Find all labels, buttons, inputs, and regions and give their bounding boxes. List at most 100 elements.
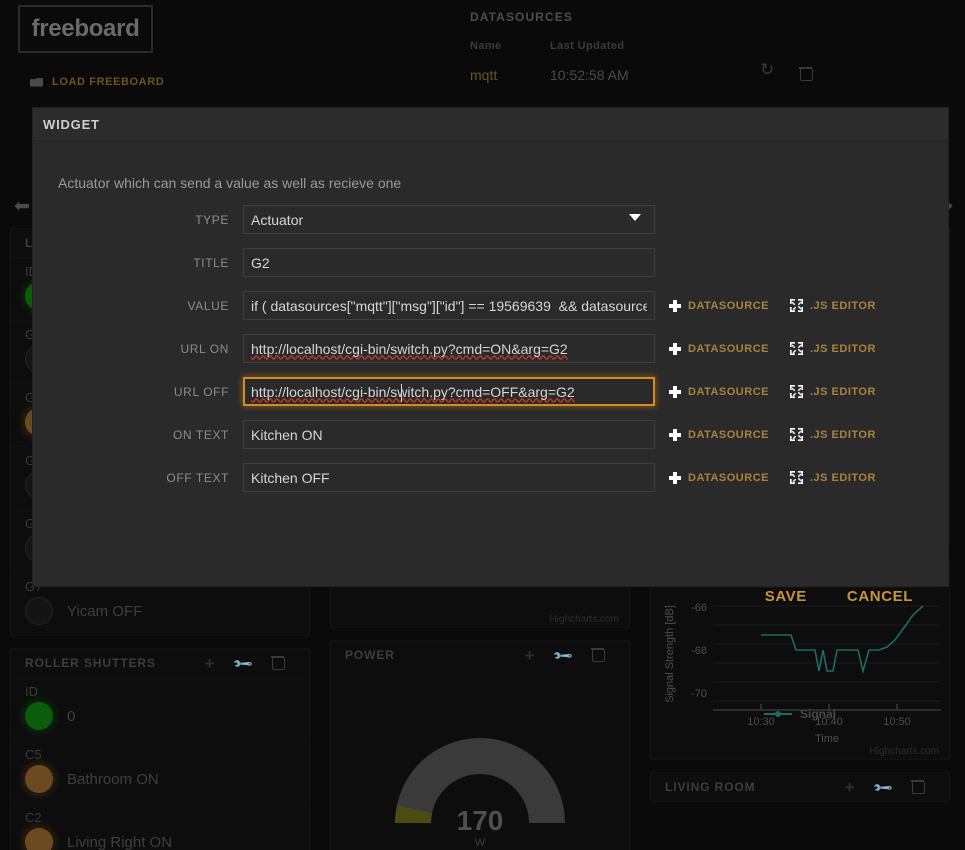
gauge-unit: W [474,837,486,849]
js-editor-button[interactable]: .JS EDITOR [789,385,876,398]
js-editor-button[interactable]: .JS EDITOR [789,428,876,441]
save-button[interactable]: SAVE [765,588,807,605]
field-row-value: VALUE DATASOURCE [33,291,948,320]
power-gauge: 170 W 0 3000 [331,669,629,850]
js-editor-label: .JS EDITOR [809,385,876,398]
text-cursor [401,384,402,402]
datasources-table: Name Last Updated mqtt 10:52:58 AM [470,40,870,83]
dialog-title: WIDGET [43,116,100,132]
list-item[interactable]: C2 Living Right ON [11,803,309,850]
column-header-last-updated: Last Updated [550,40,625,52]
field-label-url-off: URL OFF [173,384,229,399]
expand-icon [789,342,803,355]
add-datasource-button[interactable]: DATASOURCE [669,428,769,441]
title-input[interactable] [243,248,655,277]
datasource-name[interactable]: mqtt [470,67,550,83]
field-label-url-on: URL ON [180,341,229,356]
field-actions: DATASOURCE .JS EDITOR [669,428,876,441]
cancel-button[interactable]: CANCEL [847,588,913,605]
plus-icon [669,471,681,484]
add-datasource-label: DATASOURCE [688,471,769,484]
expand-icon [789,428,803,441]
delete-datasource-button[interactable] [799,66,840,83]
collapse-left-button[interactable]: ⬅ [14,195,30,218]
widget-dialog: WIDGET Actuator which can send a value a… [33,108,948,605]
dialog-body: Actuator which can send a value as well … [33,141,948,619]
dialog-footer: SAVE CANCEL [33,573,948,619]
row-key: C5 [25,747,42,762]
logo-text: freeboard [31,15,140,42]
pane-title: ROLLER SHUTTERS [25,656,156,670]
column-header-name: Name [470,40,502,52]
trash-icon[interactable] [901,779,935,796]
field-row-type: TYPE Actuator [33,205,948,234]
plus-icon [669,428,681,441]
pane-power: POWER + 🔧 170 W 0 3000 [330,640,630,850]
add-datasource-label: DATASOURCE [688,342,769,355]
field-label-off-text: OFF TEXT [166,470,229,485]
row-value: Living Right ON [67,833,173,850]
dialog-description: Actuator which can send a value as well … [58,175,402,191]
row-value: Bathroom ON [67,770,159,788]
field-row-on-text: ON TEXT DATASOURCE [33,420,948,449]
add-datasource-button[interactable]: DATASOURCE [669,299,769,312]
value-input[interactable] [243,291,655,320]
off-text-input[interactable] [243,463,655,492]
url-on-input[interactable]: http://localhost/cgi-bin/switch.py?cmd=O… [243,334,655,363]
js-editor-button[interactable]: .JS EDITOR [789,342,876,355]
trash-icon [799,66,813,81]
wrench-icon[interactable]: 🔧 [227,652,261,675]
svg-text:Signal Strength [dB]: Signal Strength [dB] [664,605,676,703]
on-text-input[interactable] [243,420,655,449]
field-row-title: TITLE [33,248,948,277]
trash-icon[interactable] [261,655,295,672]
row-key: C2 [25,810,42,825]
field-actions: DATASOURCE .JS EDITOR [669,471,876,484]
wrench-icon[interactable]: 🔧 [547,644,581,667]
field-row-url-on: URL ON http://localhost/cgi-bin/switch.p… [33,334,948,363]
row-key: ID [25,684,38,699]
list-item[interactable]: ID 0 [11,677,309,740]
plus-icon[interactable]: + [513,647,547,664]
svg-text:-70: -70 [691,688,707,700]
chart-legend[interactable]: Signal [651,707,949,721]
field-actions: DATASOURCE .JS EDITOR [669,342,876,355]
chevron-down-icon [629,214,641,221]
status-indicator [25,765,53,793]
add-datasource-button[interactable]: DATASOURCE [669,342,769,355]
field-actions: DATASOURCE .JS EDITOR [669,385,876,398]
expand-icon [789,471,803,484]
wrench-icon[interactable]: 🔧 [867,776,901,799]
refresh-icon [760,60,774,80]
load-freeboard-button[interactable]: LOAD FREEBOARD [30,76,164,88]
js-editor-label: .JS EDITOR [809,471,876,484]
field-row-url-off: URL OFF http://localhost/cgi-bin/switch.… [33,377,948,406]
list-item[interactable]: C5 Bathroom ON [11,740,309,803]
js-editor-label: .JS EDITOR [809,428,876,441]
url-off-input[interactable]: http://localhost/cgi-bin/switch.py?cmd=O… [243,377,655,406]
pane-living-room-header: LIVING ROOM + 🔧 [651,773,949,801]
gauge-value: 170 [456,805,504,836]
add-datasource-button[interactable]: DATASOURCE [669,385,769,398]
plus-icon[interactable]: + [193,655,227,672]
expand-icon [789,299,803,312]
svg-text:Time: Time [815,733,839,745]
field-label-value: VALUE [187,298,229,313]
type-select[interactable]: Actuator [243,205,655,234]
app-root: freeboard LOAD FREEBOARD DATASOURCES Nam… [0,0,965,850]
folder-icon [30,77,44,88]
js-editor-button[interactable]: .JS EDITOR [789,471,876,484]
freeboard-logo[interactable]: freeboard [18,5,153,53]
trash-icon[interactable] [581,647,615,664]
js-editor-button[interactable]: .JS EDITOR [789,299,876,312]
plus-icon[interactable]: + [833,779,867,796]
add-datasource-button[interactable]: DATASOURCE [669,471,769,484]
datasources-title: DATASOURCES [470,10,573,24]
add-datasource-label: DATASOURCE [688,385,769,398]
table-row[interactable]: mqtt 10:52:58 AM [470,60,870,83]
plus-icon [669,342,681,355]
pane-power-header: POWER + 🔧 [331,641,629,669]
legend-marker [763,711,792,717]
load-freeboard-label: LOAD FREEBOARD [52,76,165,88]
refresh-datasource-button[interactable] [760,60,800,83]
